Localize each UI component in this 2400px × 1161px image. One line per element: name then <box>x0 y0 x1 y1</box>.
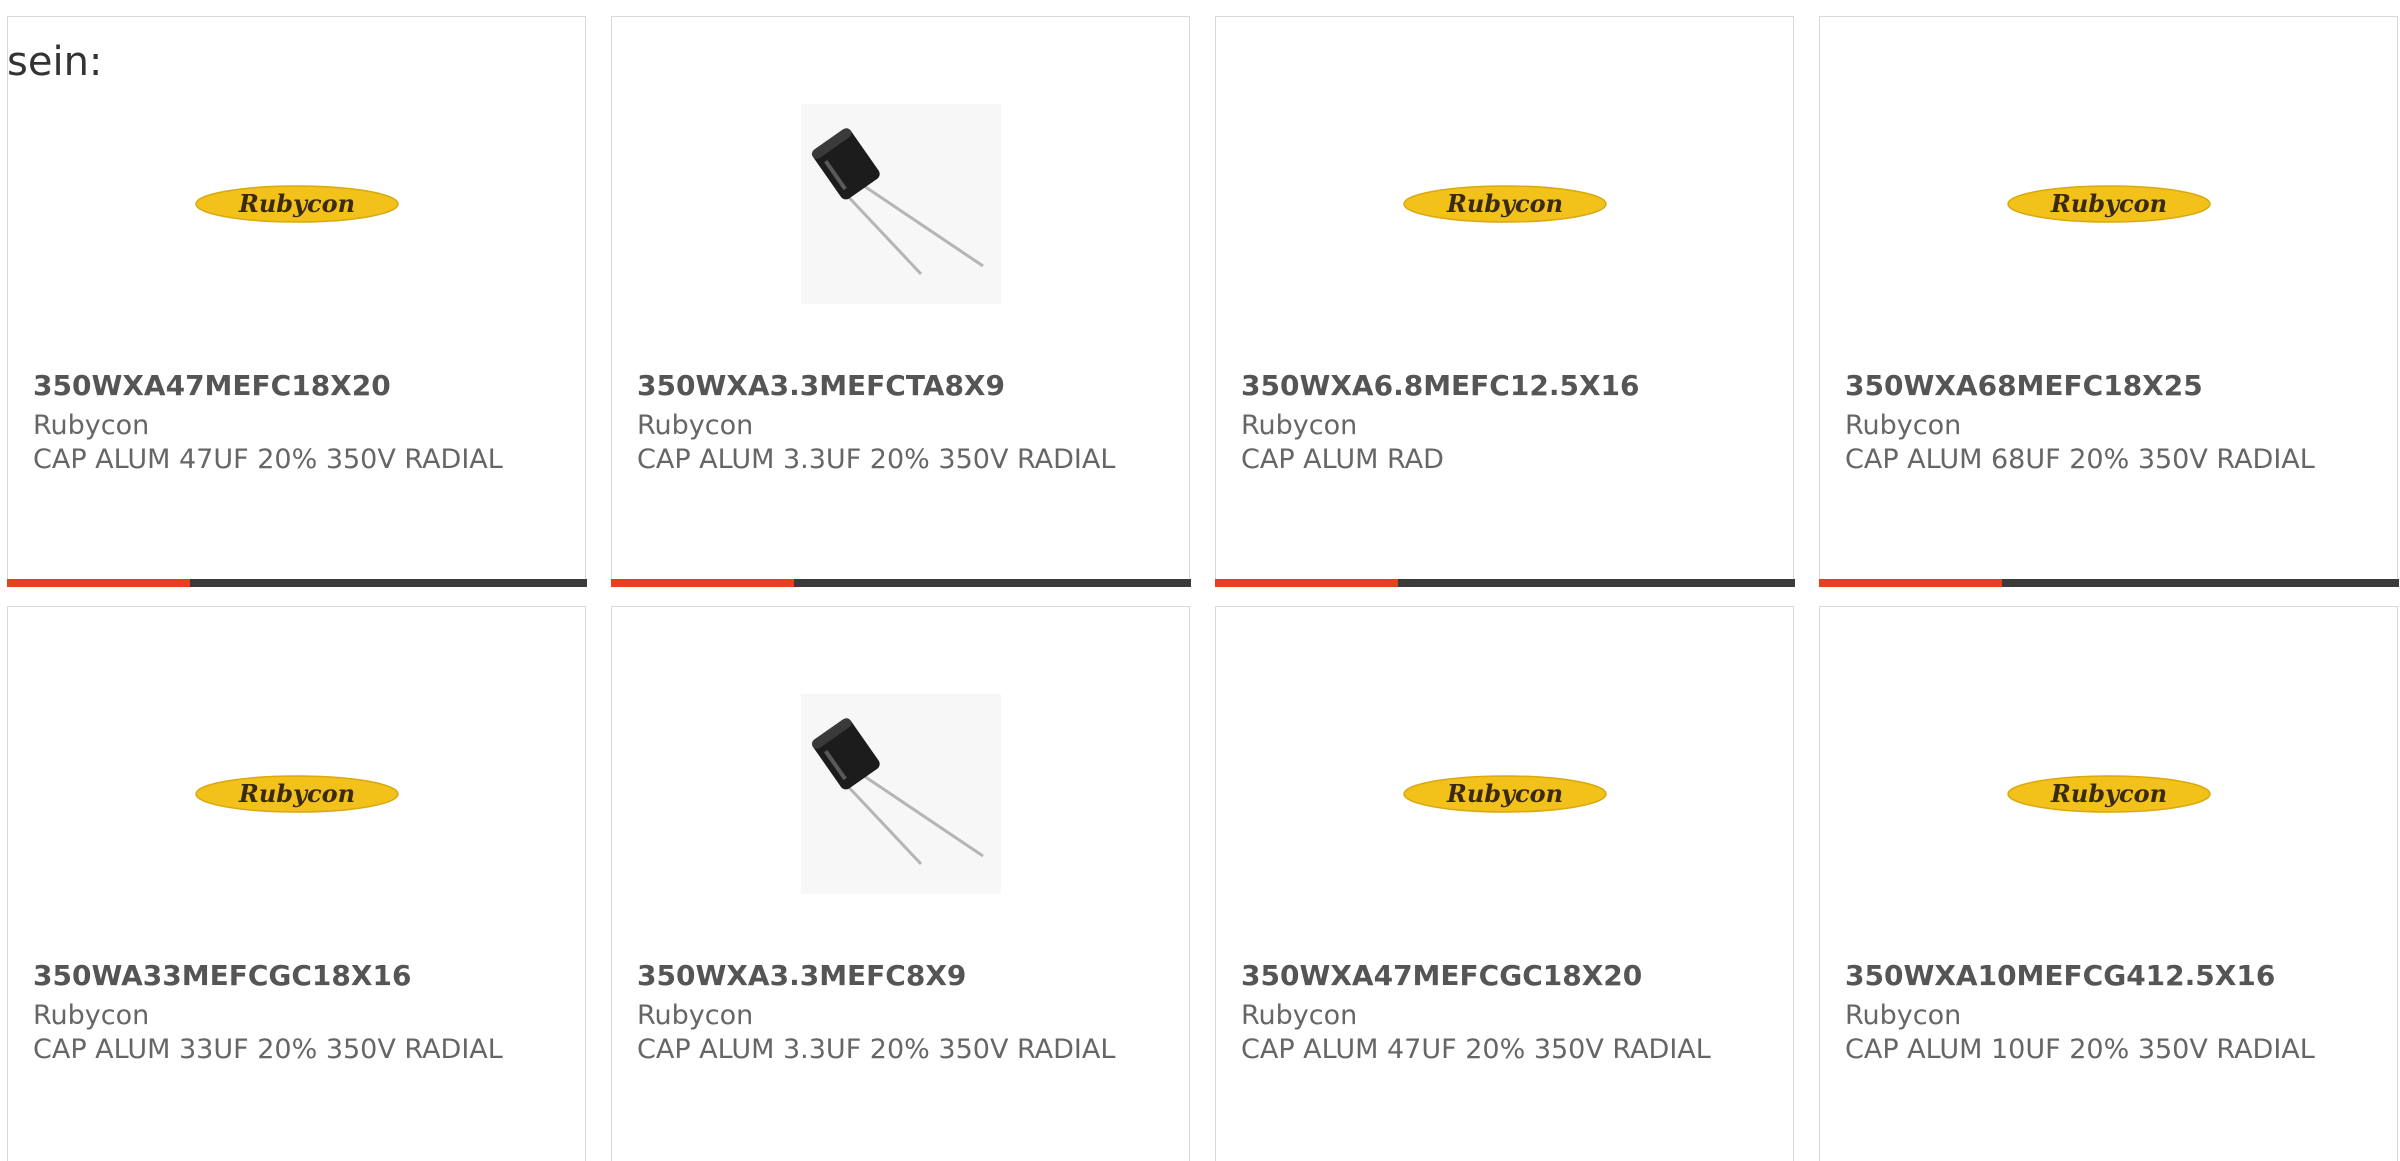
card-accent-bar <box>610 578 1191 587</box>
product-card[interactable]: 350WXA3.3MEFCTA8X9 Rubycon CAP ALUM 3.3U… <box>610 16 1191 587</box>
rubycon-logo: Rubycon <box>194 185 399 223</box>
product-image[interactable]: Rubycon <box>1216 669 1793 919</box>
product-card[interactable]: Rubycon 350WXA47MEFC18X20 Rubycon CAP AL… <box>6 16 587 587</box>
rubycon-logo: Rubycon <box>1402 185 1607 223</box>
product-manufacturer: Rubycon <box>637 410 754 441</box>
capacitor-photo <box>800 104 1001 304</box>
product-part-number[interactable]: 350WXA47MEFC18X20 <box>33 369 391 403</box>
product-manufacturer: Rubycon <box>1241 410 1358 441</box>
card-accent-bar <box>1214 578 1795 587</box>
product-image[interactable] <box>612 669 1189 919</box>
rubycon-logo: Rubycon <box>2006 775 2211 813</box>
rubycon-logo: Rubycon <box>1402 775 1607 813</box>
capacitor-photo <box>800 694 1001 894</box>
product-description: CAP ALUM 47UF 20% 350V RADIAL <box>1241 1034 1711 1065</box>
logo-text: Rubycon <box>2049 189 2166 218</box>
product-card[interactable]: Rubycon 350WXA10MEFCG412.5X16 Rubycon CA… <box>1819 606 2398 1161</box>
logo-text: Rubycon <box>1445 189 1562 218</box>
product-image[interactable] <box>612 79 1189 329</box>
rubycon-logo: Rubycon <box>194 775 399 813</box>
product-part-number[interactable]: 350WXA3.3MEFC8X9 <box>637 959 966 993</box>
product-manufacturer: Rubycon <box>1241 1000 1358 1031</box>
product-image[interactable]: Rubycon <box>1820 669 2397 919</box>
product-card[interactable]: Rubycon 350WXA68MEFC18X25 Rubycon CAP AL… <box>1818 16 2399 587</box>
logo-text: Rubycon <box>237 189 354 218</box>
rubycon-logo: Rubycon <box>2006 185 2211 223</box>
product-manufacturer: Rubycon <box>637 1000 754 1031</box>
product-part-number[interactable]: 350WXA3.3MEFCTA8X9 <box>637 369 1005 403</box>
product-description: CAP ALUM 3.3UF 20% 350V RADIAL <box>637 444 1116 475</box>
product-part-number[interactable]: 350WA33MEFCGC18X16 <box>33 959 411 993</box>
logo-text: Rubycon <box>237 779 354 808</box>
product-card[interactable]: Rubycon 350WXA6.8MEFC12.5X16 Rubycon CAP… <box>1214 16 1795 587</box>
product-description: CAP ALUM 10UF 20% 350V RADIAL <box>1845 1034 2315 1065</box>
product-image[interactable]: Rubycon <box>8 669 585 919</box>
product-description: CAP ALUM 47UF 20% 350V RADIAL <box>33 444 503 475</box>
product-description: CAP ALUM 3.3UF 20% 350V RADIAL <box>637 1034 1116 1065</box>
product-description: CAP ALUM 33UF 20% 350V RADIAL <box>33 1034 503 1065</box>
product-manufacturer: Rubycon <box>33 410 150 441</box>
product-grid-page: sein: Rubycon 350WXA47MEFC18X20 Rubycon … <box>0 0 2400 1161</box>
product-part-number[interactable]: 350WXA6.8MEFC12.5X16 <box>1241 369 1640 403</box>
product-manufacturer: Rubycon <box>33 1000 150 1031</box>
product-part-number[interactable]: 350WXA47MEFCGC18X20 <box>1241 959 1642 993</box>
product-card[interactable]: 350WXA3.3MEFC8X9 Rubycon CAP ALUM 3.3UF … <box>611 606 1190 1161</box>
product-card[interactable]: Rubycon 350WA33MEFCGC18X16 Rubycon CAP A… <box>7 606 586 1161</box>
logo-text: Rubycon <box>1445 779 1562 808</box>
product-part-number[interactable]: 350WXA10MEFCG412.5X16 <box>1845 959 2275 993</box>
product-description: CAP ALUM RAD <box>1241 444 1444 475</box>
product-manufacturer: Rubycon <box>1845 1000 1962 1031</box>
product-description: CAP ALUM 68UF 20% 350V RADIAL <box>1845 444 2315 475</box>
product-image[interactable]: Rubycon <box>8 79 585 329</box>
logo-text: Rubycon <box>2049 779 2166 808</box>
product-part-number[interactable]: 350WXA68MEFC18X25 <box>1845 369 2203 403</box>
product-image[interactable]: Rubycon <box>1820 79 2397 329</box>
product-card[interactable]: Rubycon 350WXA47MEFCGC18X20 Rubycon CAP … <box>1215 606 1794 1161</box>
product-manufacturer: Rubycon <box>1845 410 1962 441</box>
card-accent-bar <box>6 578 587 587</box>
lead-text: sein: <box>7 39 103 85</box>
product-image[interactable]: Rubycon <box>1216 79 1793 329</box>
card-accent-bar <box>1818 578 2399 587</box>
